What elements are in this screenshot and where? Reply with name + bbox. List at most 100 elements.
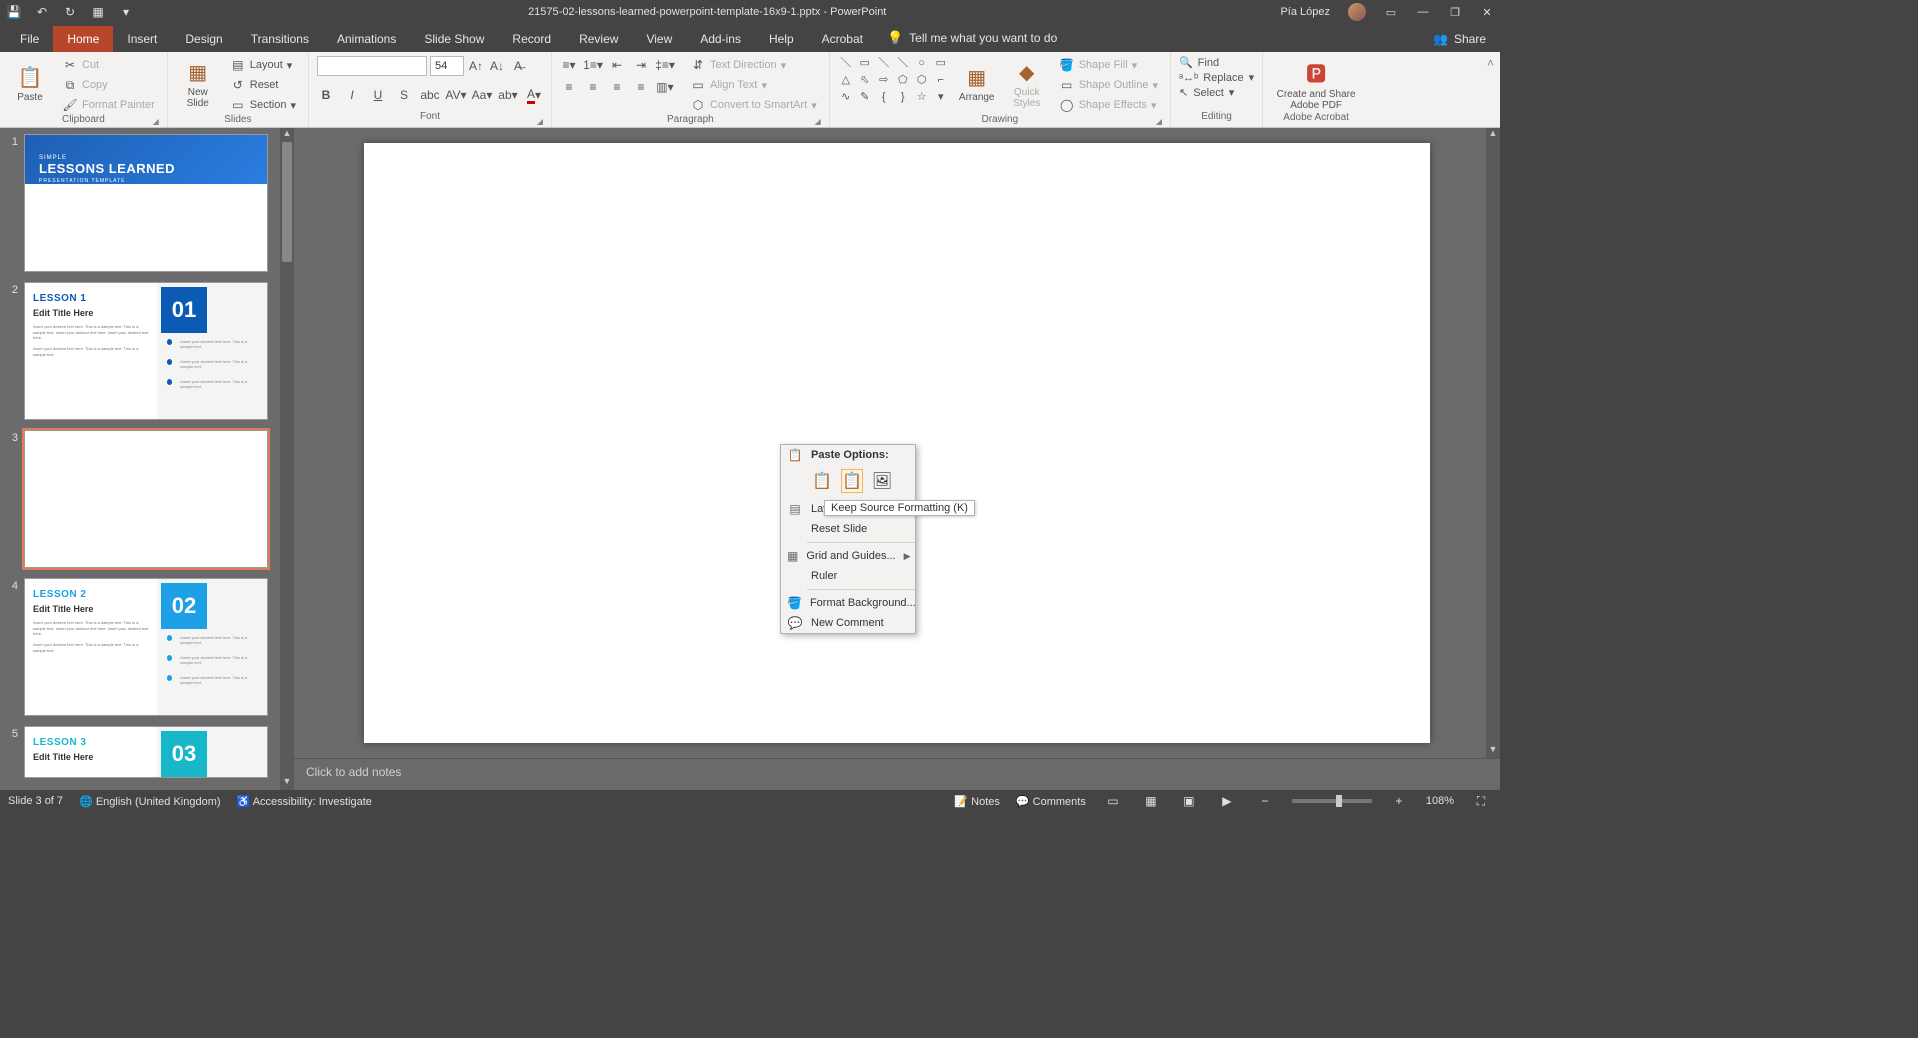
slide-scrollbar[interactable]: ▲ ▼ [1486, 128, 1500, 758]
ctx-ruler[interactable]: Ruler [781, 566, 915, 586]
language-status[interactable]: 🌐 English (United Kingdom) [79, 795, 221, 808]
cut-button[interactable]: ✂Cut [58, 56, 159, 74]
layout-button[interactable]: ▤Layout ▾ [226, 56, 300, 74]
tab-view[interactable]: View [632, 26, 686, 52]
section-button[interactable]: ▭Section ▾ [226, 96, 300, 114]
justify-button[interactable]: ≡ [632, 78, 650, 96]
minimize-icon[interactable]: — [1416, 5, 1430, 19]
clear-formatting-icon[interactable]: A̶ [509, 57, 527, 75]
shape-conn-icon[interactable]: ⌐ [933, 73, 949, 87]
find-button[interactable]: 🔍Find [1179, 56, 1254, 69]
shadow-button[interactable]: S [395, 86, 413, 104]
tab-file[interactable]: File [6, 26, 53, 52]
thumb-slide-5[interactable]: LESSON 3 Edit Title Here 03 [24, 726, 268, 778]
drawing-dialog-launcher[interactable]: ◢ [1154, 117, 1164, 127]
line-spacing-button[interactable]: ‡≡▾ [656, 56, 674, 74]
ctx-grid-guides[interactable]: ▦ Grid and Guides... ▶ [781, 546, 915, 566]
tab-home[interactable]: Home [53, 26, 113, 52]
normal-view-button[interactable]: ▭ [1102, 792, 1124, 810]
decrease-indent-button[interactable]: ⇤ [608, 56, 626, 74]
ctx-format-background[interactable]: 🪣 Format Background... [781, 593, 915, 613]
tab-insert[interactable]: Insert [113, 26, 171, 52]
shape-pent-icon[interactable]: ⬠ [895, 73, 911, 87]
shape-more-icon[interactable]: ▾ [933, 90, 949, 104]
quick-styles-button[interactable]: ◆Quick Styles [1005, 56, 1049, 112]
thumb-slide-2[interactable]: LESSON 1 Edit Title Here Insert your des… [24, 282, 268, 420]
thumb-3[interactable]: 3 [6, 430, 288, 568]
align-right-button[interactable]: ≡ [608, 78, 626, 96]
decrease-font-icon[interactable]: A↓ [488, 57, 506, 75]
scrollbar-thumb[interactable] [282, 142, 292, 262]
new-slide-button[interactable]: ▦ New Slide [176, 56, 220, 112]
shape-line3-icon[interactable]: ＼ [895, 56, 911, 70]
paste-use-destination-theme[interactable]: 📋 [811, 469, 833, 493]
share-button[interactable]: 👥 Share [1419, 26, 1500, 52]
fit-to-window-button[interactable]: ⛶ [1470, 792, 1492, 810]
tab-addins[interactable]: Add-ins [686, 26, 755, 52]
slide-sorter-view-button[interactable]: ▦ [1140, 792, 1162, 810]
align-center-button[interactable]: ≡ [584, 78, 602, 96]
tab-design[interactable]: Design [171, 26, 236, 52]
zoom-handle[interactable] [1336, 795, 1342, 807]
shape-star-icon[interactable]: ☆ [914, 90, 930, 104]
maximize-icon[interactable]: ❐ [1448, 5, 1462, 19]
tab-help[interactable]: Help [755, 26, 808, 52]
paste-keep-source-formatting[interactable]: 📋 [841, 469, 863, 493]
scroll-down-icon[interactable]: ▼ [1486, 744, 1500, 758]
thumb-slide-3[interactable] [24, 430, 268, 568]
tell-me-search[interactable]: 💡 Tell me what you want to do [877, 24, 1067, 52]
thumbnail-scrollbar[interactable]: ▲ ▼ [280, 128, 294, 790]
zoom-level[interactable]: 108% [1426, 795, 1454, 807]
paste-picture[interactable]: 🖼 [871, 469, 893, 493]
zoom-out-button[interactable]: − [1254, 792, 1276, 810]
shape-line2-icon[interactable]: ＼ [876, 56, 892, 70]
increase-font-icon[interactable]: A↑ [467, 57, 485, 75]
notes-toggle[interactable]: 📝 Notes [954, 795, 1000, 808]
tab-animations[interactable]: Animations [323, 26, 410, 52]
ribbon-display-options-icon[interactable]: ▭ [1384, 5, 1398, 19]
strikethrough-button[interactable]: abc [421, 86, 439, 104]
columns-button[interactable]: ▥▾ [656, 78, 674, 96]
paste-button[interactable]: 📋 Paste [8, 56, 52, 112]
undo-icon[interactable]: ↶ [34, 4, 50, 20]
text-direction-button[interactable]: ⇵Text Direction ▾ [686, 56, 821, 74]
zoom-slider[interactable] [1292, 799, 1372, 803]
format-painter-button[interactable]: 🖌Format Painter [58, 96, 159, 114]
save-icon[interactable]: 💾 [6, 4, 22, 20]
increase-indent-button[interactable]: ⇥ [632, 56, 650, 74]
font-name-input[interactable] [317, 56, 427, 76]
replace-button[interactable]: ᵃ↔ᵇReplace ▾ [1179, 71, 1254, 84]
shapes-gallery[interactable]: ＼▭＼＼○▭ △⬁⇨⬠⬡⌐ ∿✎{}☆▾ [838, 56, 949, 104]
shape-rect-icon[interactable]: ▭ [857, 56, 873, 70]
tab-transitions[interactable]: Transitions [237, 26, 323, 52]
bullets-button[interactable]: ≡▾ [560, 56, 578, 74]
create-pdf-button[interactable]: 🅿 Create and Share Adobe PDF [1271, 56, 1361, 112]
tab-review[interactable]: Review [565, 26, 632, 52]
notes-pane[interactable]: Click to add notes [294, 758, 1500, 790]
user-avatar[interactable] [1348, 3, 1366, 21]
shape-curve-icon[interactable]: ∿ [838, 90, 854, 104]
font-dialog-launcher[interactable]: ◢ [535, 117, 545, 127]
character-spacing-button[interactable]: AV▾ [447, 86, 465, 104]
select-button[interactable]: ↖Select ▾ [1179, 86, 1254, 99]
clipboard-dialog-launcher[interactable]: ◢ [151, 117, 161, 127]
shape-brace-icon[interactable]: { [876, 90, 892, 104]
thumb-slide-1[interactable]: SIMPLE LESSONS LEARNED PRESENTATION TEMP… [24, 134, 268, 272]
close-icon[interactable]: ✕ [1480, 5, 1494, 19]
shape-arrow-icon[interactable]: ⬁ [857, 73, 873, 87]
accessibility-status[interactable]: ♿ Accessibility: Investigate [237, 795, 372, 808]
shape-tri-icon[interactable]: △ [838, 73, 854, 87]
underline-button[interactable]: U [369, 86, 387, 104]
arrange-button[interactable]: ▦Arrange [955, 56, 999, 112]
font-color-button[interactable]: A▾ [525, 86, 543, 104]
change-case-button[interactable]: Aa▾ [473, 86, 491, 104]
shape-fill-button[interactable]: 🪣Shape Fill ▾ [1055, 56, 1162, 74]
shape-line-icon[interactable]: ＼ [838, 56, 854, 70]
bold-button[interactable]: B [317, 86, 335, 104]
slideshow-view-button[interactable]: ▶ [1216, 792, 1238, 810]
highlight-button[interactable]: ab▾ [499, 86, 517, 104]
numbering-button[interactable]: 1≡▾ [584, 56, 602, 74]
align-left-button[interactable]: ≡ [560, 78, 578, 96]
align-text-button[interactable]: ▭Align Text ▾ [686, 76, 821, 94]
shape-oval-icon[interactable]: ○ [914, 56, 930, 70]
